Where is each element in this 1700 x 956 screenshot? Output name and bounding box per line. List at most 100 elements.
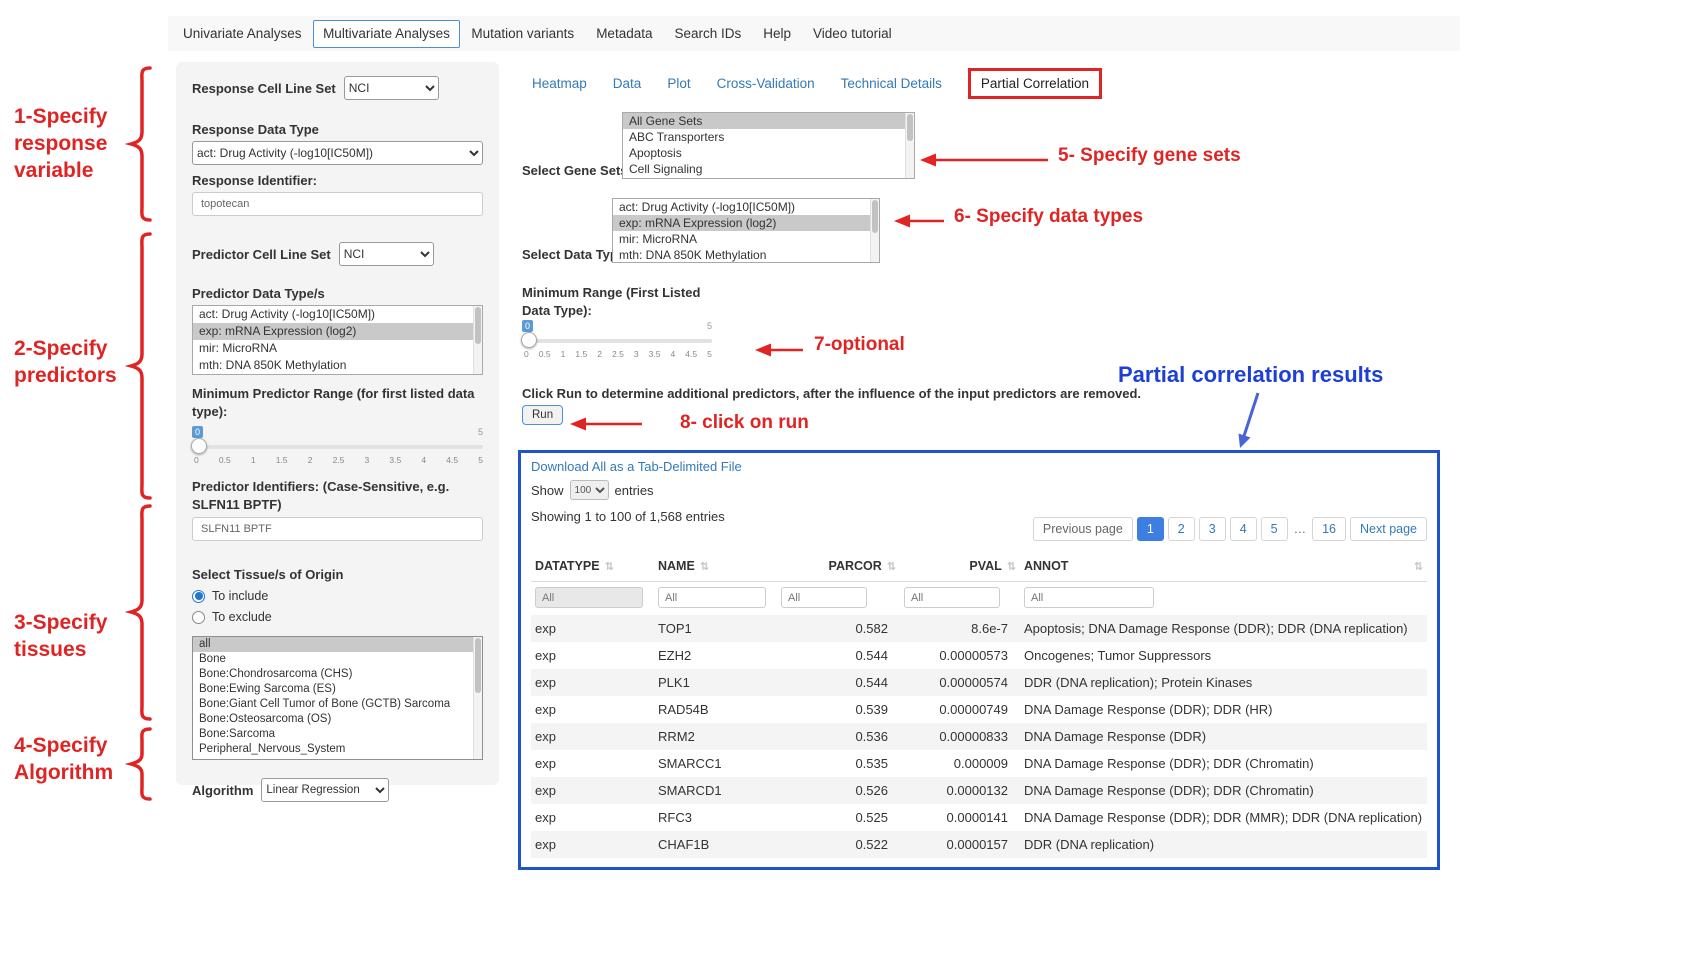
slider-track[interactable] [192, 445, 483, 449]
radio-icon [192, 611, 205, 624]
listbox-option[interactable]: mth: DNA 850K Methylation [193, 357, 482, 374]
scrollbar-thumb[interactable] [475, 307, 481, 344]
run-button[interactable]: Run [522, 405, 563, 425]
page-button[interactable]: 2 [1168, 517, 1195, 541]
column-filter-input[interactable] [535, 587, 643, 608]
predictor-cell-line-set-select[interactable]: NCI [339, 242, 434, 266]
column-filter-input[interactable] [904, 587, 1000, 608]
column-filter-input[interactable] [658, 587, 766, 608]
nav-item[interactable]: Help [752, 19, 802, 48]
listbox-option[interactable]: exp: mRNA Expression (log2) [613, 215, 879, 231]
gene-sets-listbox[interactable]: All Gene SetsABC TransportersApoptosisCe… [622, 112, 915, 179]
listbox-option[interactable]: Peripheral_Nervous_System [193, 742, 482, 757]
table-row[interactable]: exp PLK1 0.544 0.00000574 DDR (DNA repli… [531, 669, 1427, 696]
column-filter-input[interactable] [781, 587, 867, 608]
table-row[interactable]: exp EZH2 0.544 0.00000573 Oncogenes; Tum… [531, 642, 1427, 669]
response-data-type-select[interactable]: act: Drug Activity (-log10[IC50M]) [192, 141, 483, 165]
nav-item[interactable]: Video tutorial [802, 19, 903, 48]
nav-item[interactable]: Univariate Analyses [172, 19, 313, 48]
listbox-options: act: Drug Activity (-log10[IC50M])exp: m… [193, 306, 482, 374]
nav-item[interactable]: Search IDs [663, 19, 752, 48]
scrollbar-thumb[interactable] [475, 638, 481, 693]
slider-handle[interactable] [191, 438, 207, 454]
algorithm-select[interactable]: Linear Regression [261, 778, 389, 802]
sort-icon[interactable]: ⇅ [700, 561, 709, 573]
table-row[interactable]: exp CHAF1B 0.522 0.0000157 DDR (DNA repl… [531, 831, 1427, 858]
table-row[interactable]: exp RFC3 0.525 0.0000141 DNA Damage Resp… [531, 804, 1427, 831]
scrollbar[interactable] [473, 306, 482, 374]
slider-track[interactable] [522, 339, 712, 343]
scrollbar[interactable] [473, 637, 482, 759]
listbox-option[interactable]: act: Drug Activity (-log10[IC50M]) [613, 199, 879, 215]
page-button[interactable]: 1 [1137, 517, 1164, 541]
scrollbar-thumb[interactable] [907, 114, 913, 141]
listbox-option[interactable]: Apoptosis [623, 145, 914, 161]
listbox-option[interactable]: Bone:Chondrosarcoma (CHS) [193, 667, 482, 682]
column-header[interactable]: NAME⇅ [654, 551, 777, 582]
nav-item[interactable]: Multivariate Analyses [313, 20, 461, 48]
table-row[interactable]: exp TOP1 0.582 8.6e-7 Apoptosis; DNA Dam… [531, 615, 1427, 642]
page-button[interactable]: 3 [1199, 517, 1226, 541]
page-button[interactable]: Next page [1350, 517, 1427, 541]
tab[interactable]: Technical Details [841, 76, 942, 91]
nav-item[interactable]: Mutation variants [460, 19, 585, 48]
sort-icon[interactable]: ⇅ [1007, 561, 1016, 573]
tab[interactable]: Partial Correlation [968, 68, 1102, 99]
sort-icon[interactable]: ⇅ [887, 561, 896, 573]
listbox-option[interactable]: All Gene Sets [623, 113, 914, 129]
listbox-option[interactable]: Bone:Giant Cell Tumor of Bone (GCTB) Sar… [193, 697, 482, 712]
tab[interactable]: Cross-Validation [717, 76, 815, 91]
min-range-slider[interactable]: 0 5 00.511.522.533.544.55 [522, 320, 712, 362]
response-cell-line-set-select[interactable]: NCI [344, 76, 439, 100]
listbox-option[interactable]: Cell Signaling [623, 161, 914, 177]
page-button[interactable]: 16 [1312, 517, 1346, 541]
data-types-listbox[interactable]: act: Drug Activity (-log10[IC50M])exp: m… [612, 198, 880, 263]
listbox-option[interactable]: Bone:Osteosarcoma (OS) [193, 712, 482, 727]
column-header[interactable]: ANNOT⇅ [1020, 551, 1427, 582]
table-row[interactable]: exp SMARCC1 0.535 0.000009 DNA Damage Re… [531, 750, 1427, 777]
listbox-option[interactable]: Bone [193, 652, 482, 667]
table-row[interactable]: exp RAD54B 0.539 0.00000749 DNA Damage R… [531, 696, 1427, 723]
page-button[interactable]: 5 [1261, 517, 1288, 541]
scrollbar-thumb[interactable] [872, 200, 878, 233]
slider-handle[interactable] [521, 332, 537, 348]
listbox-option[interactable]: mth: DNA 850K Methylation [613, 247, 879, 263]
min-predictor-range-slider[interactable]: 0 5 00.511.522.533.544.55 [192, 426, 483, 468]
predictor-identifiers-input[interactable] [192, 517, 483, 541]
tab[interactable]: Heatmap [532, 76, 587, 91]
sort-icon[interactable]: ⇅ [1414, 560, 1423, 573]
page-button[interactable]: 4 [1230, 517, 1257, 541]
predictor-data-types-listbox[interactable]: act: Drug Activity (-log10[IC50M])exp: m… [192, 305, 483, 375]
column-filter-input[interactable] [1024, 587, 1154, 608]
showing-entries-text: Showing 1 to 100 of 1,568 entries [531, 509, 725, 524]
listbox-option[interactable]: act: Drug Activity (-log10[IC50M]) [193, 306, 482, 323]
scrollbar[interactable] [905, 113, 914, 178]
tab[interactable]: Data [613, 76, 642, 91]
min-range-label: Minimum Range (First Listed Data Type): [522, 284, 742, 319]
tissue-radio[interactable]: To include [192, 589, 483, 603]
table-row[interactable]: exp SMARCD1 0.526 0.0000132 DNA Damage R… [531, 777, 1427, 804]
column-header[interactable]: DATATYPE⇅ [531, 551, 654, 582]
table-row[interactable]: exp RRM2 0.536 0.00000833 DNA Damage Res… [531, 723, 1427, 750]
entries-select[interactable]: 100 [570, 480, 609, 500]
page-button[interactable]: Previous page [1033, 517, 1133, 541]
column-header[interactable]: PARCOR⇅ [777, 551, 900, 582]
listbox-option[interactable]: Bone:Sarcoma [193, 727, 482, 742]
column-header[interactable]: PVAL⇅ [900, 551, 1020, 582]
listbox-option[interactable]: all [193, 637, 482, 652]
tissue-radio[interactable]: To exclude [192, 610, 483, 624]
sort-icon[interactable]: ⇅ [605, 561, 614, 573]
listbox-option[interactable]: exp: mRNA Expression (log2) [193, 323, 482, 340]
tissue-listbox[interactable]: allBoneBone:Chondrosarcoma (CHS)Bone:Ewi… [192, 636, 483, 760]
tab[interactable]: Plot [667, 76, 690, 91]
listbox-option[interactable]: Bone:Ewing Sarcoma (ES) [193, 682, 482, 697]
listbox-option[interactable]: mir: MicroRNA [613, 231, 879, 247]
scrollbar[interactable] [870, 199, 879, 262]
listbox-option[interactable]: ABC Transporters [623, 129, 914, 145]
brace-step2-icon [124, 232, 154, 500]
response-identifier-input[interactable] [192, 192, 483, 216]
listbox-option[interactable]: mir: MicroRNA [193, 340, 482, 357]
nav-item[interactable]: Metadata [585, 19, 663, 48]
download-link[interactable]: Download All as a Tab-Delimited File [531, 459, 742, 474]
page-button[interactable]: … [1292, 518, 1309, 540]
